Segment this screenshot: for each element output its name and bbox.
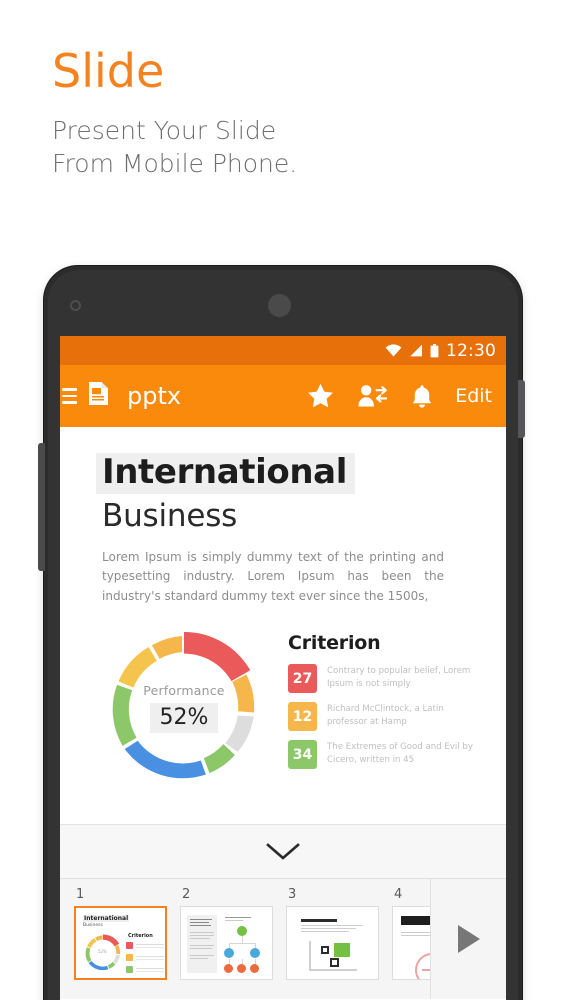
thumbnail-number: 4 bbox=[394, 887, 403, 902]
thumb1-criterion-row-3 bbox=[126, 966, 164, 973]
criterion-panel: Criterion 27 Contrary to popular belief,… bbox=[288, 622, 476, 794]
thumbnail-preview-3[interactable] bbox=[286, 906, 379, 980]
thumb1-criterion-title: Criterion bbox=[128, 933, 153, 939]
hamburger-menu-icon[interactable] bbox=[60, 388, 82, 404]
slide-body-text: Lorem Ipsum is simply dummy text of the … bbox=[102, 549, 444, 603]
chevron-down-icon bbox=[266, 842, 300, 860]
star-icon[interactable] bbox=[307, 383, 334, 409]
status-bar: 12:30 bbox=[60, 336, 506, 365]
app-toolbar: pptx Edit bbox=[60, 365, 506, 427]
list-item: 12 Richard McClintock, a Latin professor… bbox=[288, 702, 476, 732]
thumb1-donut-value: 52% bbox=[98, 949, 107, 954]
volume-button[interactable] bbox=[38, 443, 45, 571]
promo-header: Slide Present Your Slide From Mobile Pho… bbox=[52, 48, 297, 180]
earpiece-sensor-icon bbox=[268, 294, 291, 317]
share-person-icon[interactable] bbox=[358, 384, 388, 408]
thumb1-subtitle: Business bbox=[83, 923, 103, 928]
battery-icon bbox=[430, 343, 439, 357]
slide-thumbnail-strip: 1 International Business 52% Criterion 2… bbox=[60, 879, 506, 999]
play-present-icon[interactable] bbox=[456, 924, 482, 954]
promo-subtitle-line-1: Present Your Slide bbox=[52, 116, 277, 145]
thumbnail-preview-4[interactable] bbox=[392, 906, 430, 980]
thumbnail-number: 2 bbox=[182, 887, 191, 902]
slide-title-group: International Business bbox=[96, 453, 476, 534]
thumb1-criterion-row-2 bbox=[126, 954, 164, 961]
list-item-text: Contrary to popular belief, Lorem Ipsum … bbox=[327, 666, 471, 690]
thumb1-criterion-row-1 bbox=[126, 942, 164, 949]
thumbnail-item-4[interactable]: 4 bbox=[392, 887, 430, 999]
edit-button[interactable]: Edit bbox=[455, 385, 492, 407]
thumbnail-list[interactable]: 1 International Business 52% Criterion 2… bbox=[60, 879, 430, 999]
slide-panel-expander[interactable] bbox=[60, 825, 506, 879]
document-title: pptx bbox=[127, 382, 182, 410]
thumbnail-preview-2[interactable] bbox=[180, 906, 273, 980]
donut-value: 52% bbox=[149, 703, 219, 734]
criterion-title: Criterion bbox=[288, 632, 381, 655]
list-item: 27 Contrary to popular belief, Lorem Ips… bbox=[288, 664, 476, 694]
page-title: Slide bbox=[52, 44, 165, 98]
thumb1-title: International bbox=[83, 915, 130, 922]
slide-content-row: Performance 52% Criterion 27 Contrary to… bbox=[96, 622, 476, 794]
front-camera-icon bbox=[70, 300, 81, 311]
thumbnail-preview-1[interactable]: International Business 52% Criterion bbox=[74, 906, 167, 980]
status-badge: 27 bbox=[288, 664, 317, 694]
performance-donut-chart: Performance 52% bbox=[98, 622, 270, 794]
wifi-icon bbox=[385, 344, 402, 357]
slide-title-second: Business bbox=[102, 497, 238, 534]
promo-subtitle-line-2: From Mobile Phone. bbox=[52, 149, 298, 178]
donut-center-labels: Performance 52% bbox=[98, 622, 270, 794]
list-item-text: Richard McClintock, a Latin professor at… bbox=[327, 704, 444, 728]
thumbnail-number: 1 bbox=[76, 887, 85, 902]
slide-title-highlight: International bbox=[96, 453, 355, 494]
status-bar-clock: 12:30 bbox=[446, 340, 496, 361]
thumbnail-item-3[interactable]: 3 bbox=[286, 887, 379, 999]
promo-screenshot: Slide Present Your Slide From Mobile Pho… bbox=[0, 0, 562, 1000]
list-item: 34 The Extremes of Good and Evil by Cice… bbox=[288, 740, 476, 770]
thumbnail-number: 3 bbox=[288, 887, 297, 902]
slide-canvas[interactable]: International Business Lorem Ipsum is si… bbox=[60, 427, 506, 825]
phone-screen: 12:30 pptx Edit International Business L… bbox=[60, 336, 506, 1000]
status-badge: 34 bbox=[288, 740, 317, 770]
status-badge: 12 bbox=[288, 702, 317, 732]
donut-label: Performance bbox=[143, 683, 225, 699]
thumbnail-item-1[interactable]: 1 International Business 52% Criterion bbox=[74, 887, 167, 999]
presentation-file-icon[interactable] bbox=[88, 381, 109, 411]
power-button[interactable] bbox=[518, 380, 525, 438]
thumbnail-item-2[interactable]: 2 bbox=[180, 887, 273, 999]
list-item-text: The Extremes of Good and Evil by Cicero,… bbox=[327, 742, 473, 766]
notification-bell-icon[interactable] bbox=[411, 384, 433, 409]
promo-subtitle: Present Your Slide From Mobile Phone. bbox=[52, 114, 297, 180]
signal-icon bbox=[410, 344, 422, 357]
present-panel[interactable] bbox=[430, 879, 506, 999]
